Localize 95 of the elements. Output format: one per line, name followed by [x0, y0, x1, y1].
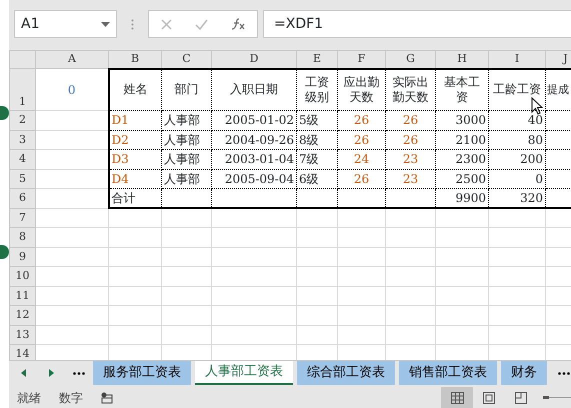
left-triangle-icon: [20, 369, 26, 377]
cell-text: 26: [402, 113, 418, 128]
row-header[interactable]: 11: [10, 286, 36, 306]
cell-text: 7级: [299, 152, 319, 166]
sheet-tab[interactable]: 人事部工资表: [195, 361, 293, 385]
cell-text: 200: [520, 152, 543, 166]
row-header[interactable]: 8: [10, 228, 36, 247]
cell-text: 9900: [455, 191, 486, 205]
cell-text: 3000: [455, 113, 486, 128]
cell-text: 入职日期: [230, 82, 278, 96]
column-header[interactable]: J: [546, 50, 571, 68]
cell-text: 合计: [112, 191, 136, 205]
column-header[interactable]: H: [436, 50, 488, 68]
column-header[interactable]: D: [212, 50, 296, 68]
cell-text: 80: [528, 132, 543, 147]
ellipsis-icon: [558, 372, 570, 374]
row-header[interactable]: 7: [10, 208, 36, 228]
cell-text: D4: [112, 172, 129, 186]
cell-text: 2005-09-04: [224, 172, 294, 186]
sheet-tab[interactable]: 综合部工资表: [297, 361, 395, 385]
cell-text: 5级: [299, 113, 319, 128]
cell-text: 2004-09-26: [224, 132, 294, 147]
name-box[interactable]: A1: [14, 10, 117, 38]
cell-text: 人事部: [164, 113, 200, 128]
row-header[interactable]: 2: [10, 110, 36, 130]
row-header[interactable]: 13: [10, 325, 36, 344]
cell-text: 部门: [174, 82, 198, 96]
cell-text: D2: [112, 132, 129, 147]
cell-text: 8级: [299, 132, 319, 147]
cell-text: 应出勤天数: [344, 74, 380, 104]
status-text: 就绪: [17, 390, 41, 406]
page-break-icon: [515, 392, 527, 404]
column-header[interactable]: A: [36, 50, 108, 68]
dropdown-caret-icon: [101, 22, 110, 26]
cell-text: 2300: [455, 152, 486, 166]
spreadsheet-app-icon: [0, 245, 9, 259]
row-header[interactable]: 12: [10, 306, 36, 325]
spreadsheet-app-icon: [0, 106, 9, 120]
column-header[interactable]: C: [162, 50, 212, 68]
cell-text: 26: [354, 113, 370, 128]
right-triangle-icon: [48, 369, 54, 377]
cell-text: 40: [528, 113, 543, 128]
cell-text: 6级: [299, 172, 319, 186]
cell-text: 2005-01-02: [224, 113, 294, 128]
cell-text: 26: [354, 172, 370, 186]
cell-text: 基本工资: [444, 74, 480, 104]
cell-text: 26: [354, 132, 370, 147]
macro-recording-icon[interactable]: [101, 392, 113, 404]
cell-text: 姓名: [123, 82, 148, 96]
drag-handle-icon[interactable]: [131, 18, 134, 30]
cell-text: 23: [402, 172, 418, 186]
cell-text: 人事部: [164, 172, 200, 186]
status-text: 数字: [59, 390, 83, 406]
cell-text: 24: [354, 152, 370, 166]
page-icon: [483, 392, 495, 404]
formula-field[interactable]: =XDF1: [263, 10, 571, 38]
cell-text: 0: [68, 82, 76, 96]
cell-text: 提成: [547, 83, 569, 96]
cell-text: 0: [535, 172, 543, 186]
ellipsis-icon: [73, 372, 85, 374]
row-header[interactable]: 1: [10, 68, 36, 110]
insert-function-icon[interactable]: [231, 18, 246, 30]
cell-text: 26: [402, 132, 418, 147]
cell-text: 工资级别: [305, 74, 329, 104]
normal-view-button[interactable]: [441, 387, 473, 408]
cell-text: D1: [112, 113, 129, 128]
column-header[interactable]: E: [296, 50, 338, 68]
row-header[interactable]: 4: [10, 150, 36, 169]
column-header[interactable]: B: [108, 50, 162, 68]
zoom-slider[interactable]: [543, 394, 571, 402]
cell-text: 实际出勤天数: [392, 74, 428, 104]
sheet-tab[interactable]: 销售部工资表: [399, 361, 497, 385]
row-header[interactable]: 3: [10, 130, 36, 150]
row-header[interactable]: 5: [10, 169, 36, 188]
cell-text: 人事部: [164, 132, 200, 147]
cell-text: 人事部: [164, 152, 200, 166]
sheet-tab[interactable]: 财务: [501, 361, 547, 385]
row-header[interactable]: 14: [10, 344, 36, 360]
column-header[interactable]: F: [338, 50, 386, 68]
cell-text: 2100: [455, 132, 486, 147]
column-header[interactable]: I: [488, 50, 546, 68]
enter-check-icon[interactable]: [194, 18, 208, 30]
row-header[interactable]: 10: [10, 266, 36, 286]
cell-text: 23: [402, 152, 418, 166]
cell-text: 320: [520, 191, 543, 205]
cell-text: D3: [112, 152, 129, 166]
row-header[interactable]: 6: [10, 188, 36, 208]
cell-text: 2003-01-04: [224, 152, 294, 166]
cell-reference: A1: [21, 14, 40, 34]
sheet-tab[interactable]: 服务部工资表: [93, 361, 191, 385]
grid-icon: [450, 392, 464, 404]
cell-text: 工龄工资: [493, 82, 541, 96]
cell-text: 2500: [455, 172, 486, 186]
row-header[interactable]: 9: [10, 247, 36, 266]
column-header[interactable]: G: [386, 50, 436, 68]
